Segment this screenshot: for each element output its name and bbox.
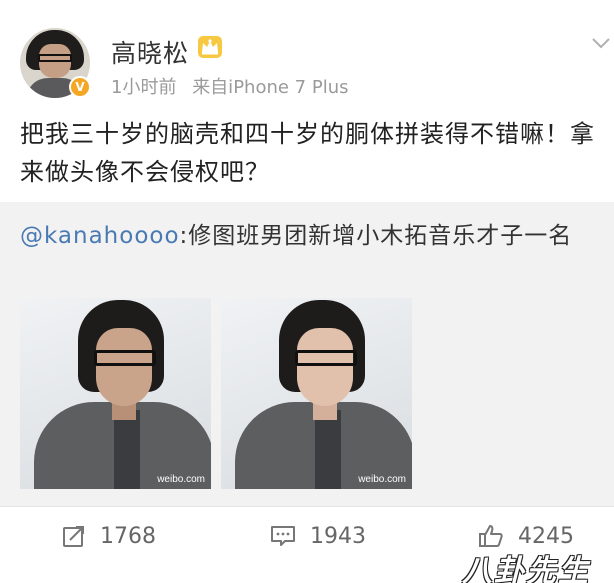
repost-image-2[interactable]: weibo.com <box>221 298 412 489</box>
reposted-content[interactable]: @kanahoooo:修图班男团新增小木拓音乐才子一名 weibo.com we… <box>0 202 614 506</box>
repost-count: 1768 <box>100 523 156 549</box>
like-count: 4245 <box>518 523 574 549</box>
repost-image-1[interactable]: weibo.com <box>20 298 211 489</box>
overlay-watermark: 八卦先生 <box>462 554 590 583</box>
photo-glasses <box>94 350 156 366</box>
post-meta: 1小时前 来自iPhone 7 Plus <box>111 73 358 99</box>
repost-text-block: @kanahoooo:修图班男团新增小木拓音乐才子一名 <box>20 217 605 255</box>
mention-link[interactable]: @kanahoooo <box>20 223 180 249</box>
verified-badge: V <box>69 76 91 98</box>
photo-shirt <box>315 410 341 489</box>
photo-glasses <box>295 350 357 366</box>
repost-icon <box>63 526 84 547</box>
photo-face <box>297 328 353 406</box>
comment-button[interactable]: 1943 <box>270 521 366 551</box>
post-text: 把我三十岁的脑壳和四十岁的胴体拼装得不错嘛！拿来做头像不会侵权吧？ <box>20 120 595 186</box>
repost-button[interactable]: 1768 <box>62 521 156 551</box>
image-watermark: weibo.com <box>157 474 205 485</box>
post-source[interactable]: 来自iPhone 7 Plus <box>192 77 348 98</box>
repost-text: :修图班男团新增小木拓音乐才子一名 <box>179 223 573 249</box>
weibo-post: V 高晓松 1小时前 来自iPhone 7 Plus 把我三十岁的脑壳和四十岁的… <box>0 0 614 583</box>
photo-face <box>96 328 152 406</box>
chevron-down-icon[interactable] <box>591 36 611 50</box>
photo-shirt <box>114 410 140 489</box>
comment-icon <box>271 526 295 546</box>
avatar-glasses <box>38 54 72 62</box>
post-time: 1小时前 <box>111 77 177 98</box>
post-header: V 高晓松 1小时前 来自iPhone 7 Plus <box>0 0 614 108</box>
author-name[interactable]: 高晓松 <box>111 34 189 70</box>
crown-badge-icon <box>198 36 222 58</box>
image-watermark: weibo.com <box>358 474 406 485</box>
comment-count: 1943 <box>310 523 366 549</box>
